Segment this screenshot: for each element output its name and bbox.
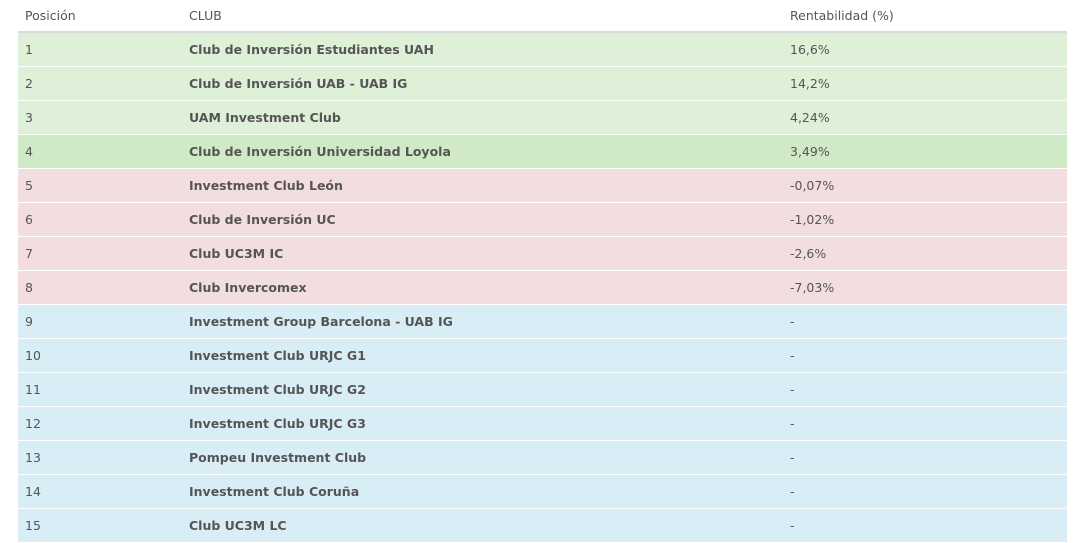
row-position: 14 — [25, 484, 41, 499]
row-club-name: Club de Inversión Universidad Loyola — [189, 144, 451, 159]
header-position: Posición — [25, 8, 76, 23]
table-row: 3 UAM Investment Club 4,24% — [18, 101, 1067, 135]
table-row: 9 Investment Group Barcelona - UAB IG - — [18, 305, 1067, 339]
row-club-name: Investment Club León — [189, 178, 343, 193]
row-position: 3 — [25, 110, 33, 125]
row-return: - — [790, 518, 795, 533]
table-body: 1 Club de Inversión Estudiantes UAH 16,6% 2… — [18, 33, 1067, 543]
row-return: - — [790, 348, 795, 363]
table-row: 8 Club Invercomex -7,03% — [18, 271, 1067, 305]
row-club-name: Investment Club Coruña — [189, 484, 360, 499]
row-return: - — [790, 450, 795, 465]
table-row: 1 Club de Inversión Estudiantes UAH 16,6% — [18, 33, 1067, 67]
row-return: -0,07% — [790, 178, 835, 193]
row-position: 2 — [25, 76, 33, 91]
row-return: - — [790, 484, 795, 499]
table-row: 12 Investment Club URJC G3 - — [18, 407, 1067, 441]
table-row: 10 Investment Club URJC G1 - — [18, 339, 1067, 373]
row-club-name: Club de Inversión UAB - UAB IG — [189, 76, 408, 91]
row-position: 11 — [25, 382, 41, 397]
row-position: 13 — [25, 450, 41, 465]
row-return: -7,03% — [790, 280, 835, 295]
row-position: 10 — [25, 348, 41, 363]
row-club-name: Investment Club URJC G2 — [189, 382, 366, 397]
table-row: 14 Investment Club Coruña - — [18, 475, 1067, 509]
row-return: - — [790, 416, 795, 431]
row-return: -2,6% — [790, 246, 827, 261]
row-club-name: Club de Inversión UC — [189, 212, 336, 227]
row-club-name: Club de Inversión Estudiantes UAH — [189, 42, 434, 57]
row-return: - — [790, 314, 795, 329]
header-return: Rentabilidad (%) — [790, 8, 894, 23]
row-return: - — [790, 382, 795, 397]
row-return: 14,2% — [790, 76, 830, 91]
row-return: 3,49% — [790, 144, 830, 159]
row-club-name: Club Invercomex — [189, 280, 307, 295]
row-position: 9 — [25, 314, 33, 329]
row-position: 6 — [25, 212, 33, 227]
table-row: 7 Club UC3M IC -2,6% — [18, 237, 1067, 271]
row-position: 4 — [25, 144, 33, 159]
row-club-name: Pompeu Investment Club — [189, 450, 367, 465]
table-row: 11 Investment Club URJC G2 - — [18, 373, 1067, 407]
table-row: 15 Club UC3M LC - — [18, 509, 1067, 543]
row-position: 15 — [25, 518, 41, 533]
row-club-name: Investment Club URJC G1 — [189, 348, 366, 363]
row-club-name: UAM Investment Club — [189, 110, 341, 125]
ranking-table: Posición CLUB Rentabilidad (%) 1 Club de … — [18, 0, 1067, 543]
table-row: 13 Pompeu Investment Club - — [18, 441, 1067, 475]
row-position: 8 — [25, 280, 33, 295]
row-club-name: Club UC3M IC — [189, 246, 284, 261]
row-club-name: Investment Club URJC G3 — [189, 416, 366, 431]
table-header: Posición CLUB Rentabilidad (%) — [18, 0, 1067, 33]
row-position: 7 — [25, 246, 33, 261]
row-position: 5 — [25, 178, 33, 193]
row-return: 4,24% — [790, 110, 830, 125]
table-row: 6 Club de Inversión UC -1,02% — [18, 203, 1067, 237]
row-return: 16,6% — [790, 42, 830, 57]
row-position: 1 — [25, 42, 33, 57]
table-row: 2 Club de Inversión UAB - UAB IG 14,2% — [18, 67, 1067, 101]
row-position: 12 — [25, 416, 41, 431]
table-row: 4 Club de Inversión Universidad Loyola 3,4… — [18, 135, 1067, 169]
row-club-name: Investment Group Barcelona - UAB IG — [189, 314, 453, 329]
row-return: -1,02% — [790, 212, 835, 227]
row-club-name: Club UC3M LC — [189, 518, 287, 533]
header-club: CLUB — [189, 8, 222, 23]
table-row: 5 Investment Club León -0,07% — [18, 169, 1067, 203]
